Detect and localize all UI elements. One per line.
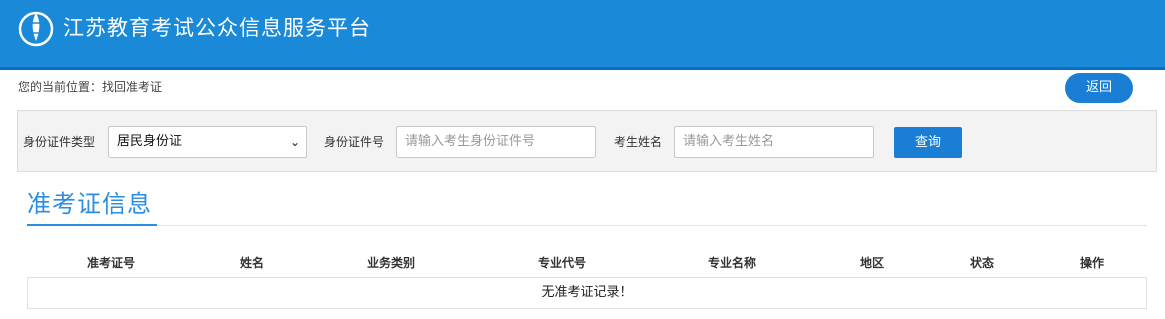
name-placeholder: 请输入考生姓名	[683, 134, 775, 149]
section-title: 准考证信息	[27, 190, 152, 218]
id-type-selected-value: 居民身份证	[117, 134, 183, 149]
id-type-label: 身份证件类型	[23, 135, 96, 149]
site-header: 江苏教育考试公众信息服务平台	[0, 0, 1165, 70]
id-type-select[interactable]: 居民身份证 ⌄	[108, 126, 307, 158]
column-header-major-code: 专业代号	[538, 256, 587, 270]
column-header-status: 状态	[970, 256, 995, 270]
column-header-major-name: 专业名称	[708, 256, 757, 270]
column-header-ticket-number: 准考证号	[87, 256, 136, 270]
search-form: 身份证件类型 居民身份证 ⌄ 身份证件号 请输入考生身份证件号 考生姓名 请输入…	[17, 110, 1157, 172]
id-number-input[interactable]: 请输入考生身份证件号	[396, 126, 596, 158]
section-title-underline	[27, 224, 157, 226]
empty-table-message: 无准考证记录！	[27, 277, 1147, 309]
column-header-action: 操作	[1080, 256, 1105, 270]
query-button[interactable]: 查询	[894, 127, 962, 158]
site-title: 江苏教育考试公众信息服务平台	[63, 16, 371, 40]
name-label: 考生姓名	[614, 135, 663, 149]
id-number-placeholder: 请输入考生身份证件号	[405, 134, 536, 149]
divider	[157, 225, 1147, 226]
name-input[interactable]: 请输入考生姓名	[674, 126, 874, 158]
chevron-down-icon: ⌄	[289, 135, 300, 149]
column-header-region: 地区	[860, 256, 885, 270]
column-header-business-type: 业务类别	[367, 256, 416, 270]
id-number-label: 身份证件号	[324, 135, 385, 149]
column-header-name: 姓名	[240, 256, 265, 270]
table-header: 准考证号 姓名 业务类别 专业代号 专业名称 地区 状态 操作	[27, 250, 1147, 277]
exam-authority-logo-icon	[18, 11, 54, 47]
admission-ticket-table: 准考证号 姓名 业务类别 专业代号 专业名称 地区 状态 操作 无准考证记录！	[27, 250, 1147, 309]
back-button[interactable]: 返回	[1065, 73, 1133, 103]
breadcrumb: 您的当前位置：找回准考证	[18, 80, 163, 94]
